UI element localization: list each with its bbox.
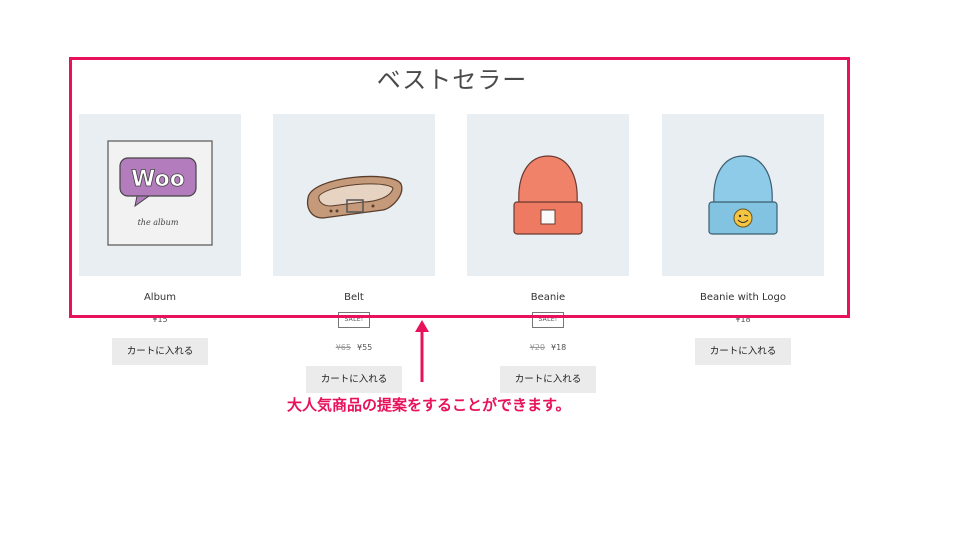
add-to-cart-button-beanie[interactable]: カートに入れる	[500, 366, 596, 393]
sale-price: ¥55	[357, 343, 373, 352]
old-price: ¥20	[529, 343, 545, 352]
add-to-cart-button-beanie-with-logo[interactable]: カートに入れる	[695, 338, 791, 365]
add-to-cart-button-album[interactable]: カートに入れる	[112, 338, 208, 365]
add-to-cart-button-belt[interactable]: カートに入れる	[306, 366, 402, 393]
product-price: ¥20 ¥18	[467, 343, 629, 352]
product-price: ¥65 ¥55	[273, 343, 435, 352]
highlight-box	[69, 57, 850, 318]
arrow-up-icon	[415, 320, 429, 382]
old-price: ¥65	[335, 343, 351, 352]
sale-price: ¥18	[551, 343, 567, 352]
annotation-text: 大人気商品の提案をすることができます。	[287, 396, 571, 414]
